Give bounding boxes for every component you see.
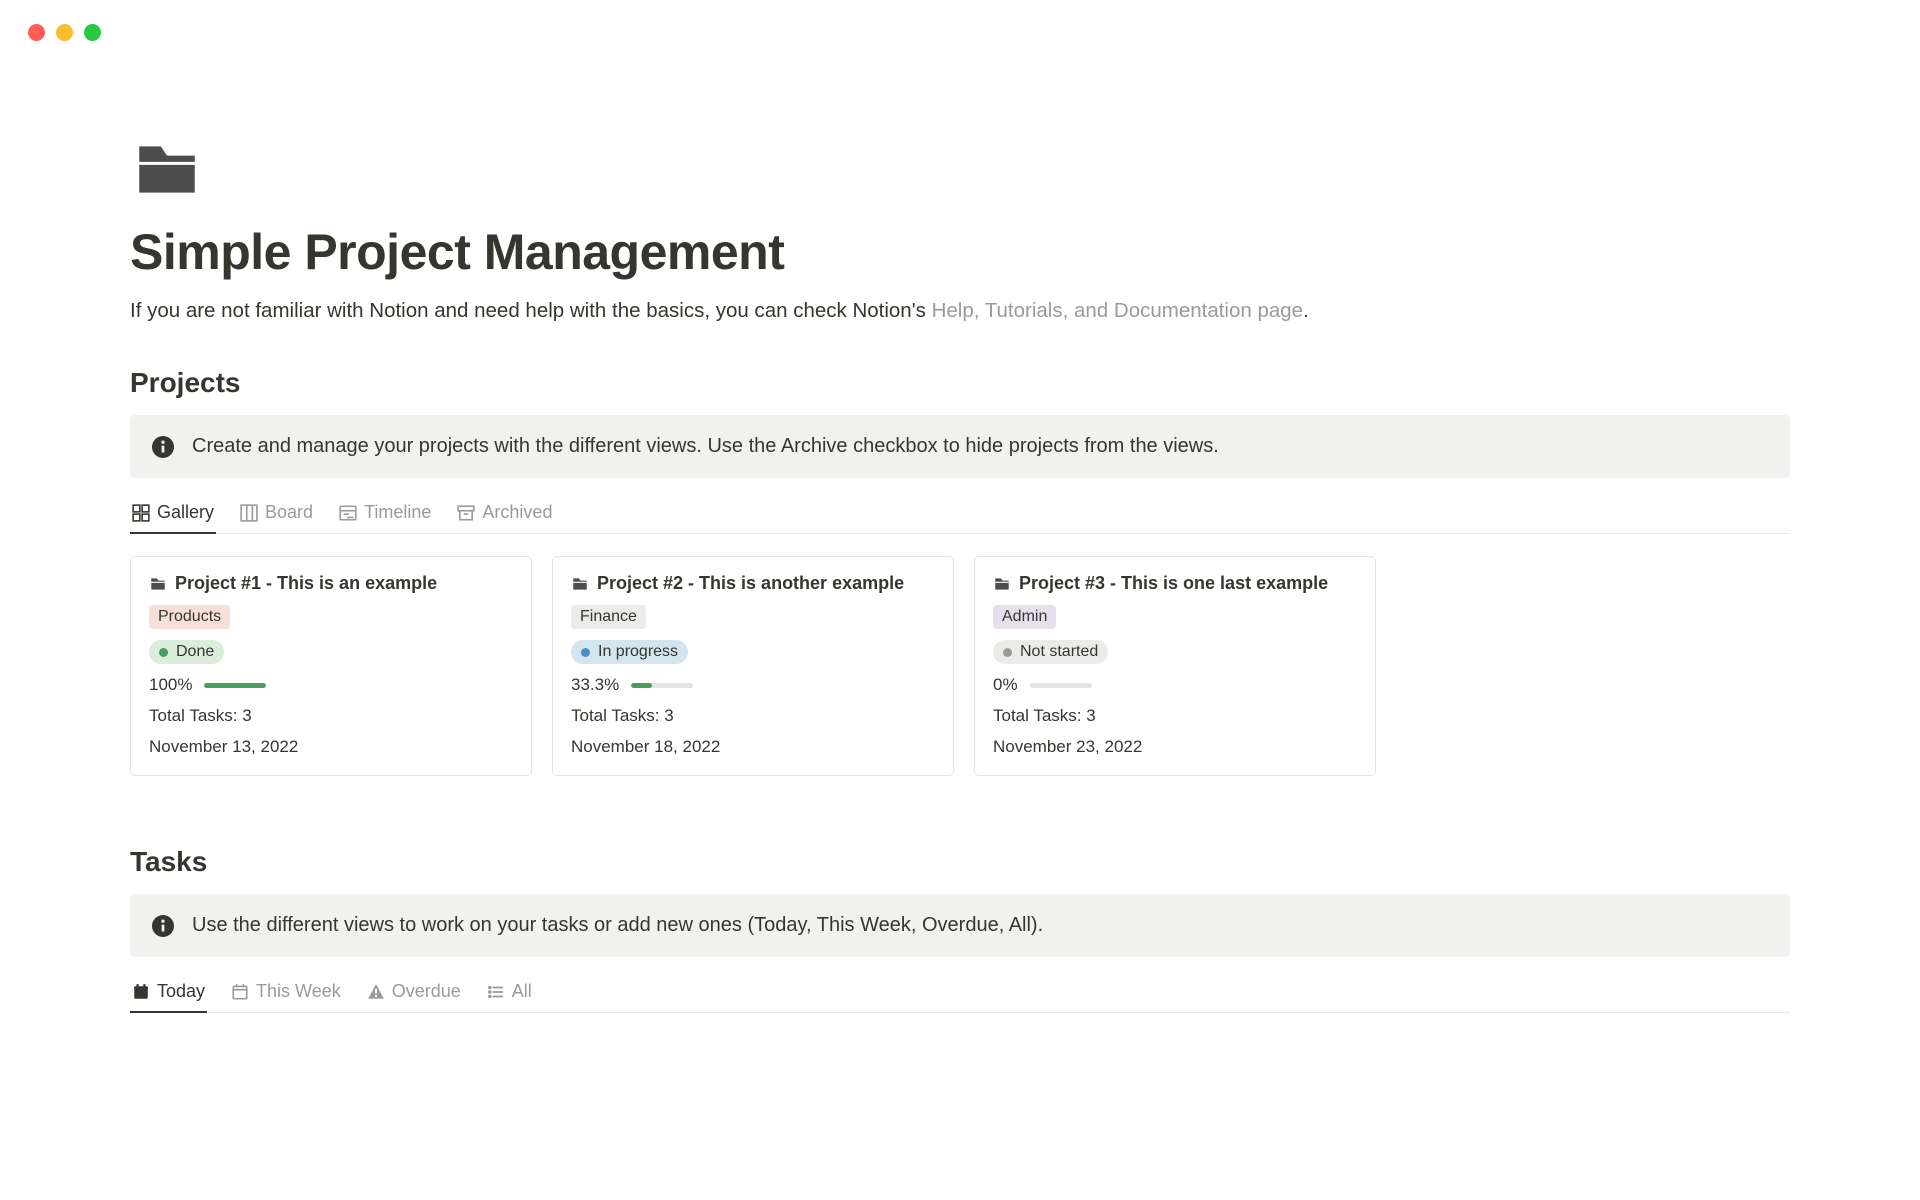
progress-fill (631, 683, 651, 688)
tab-archived[interactable]: Archived (455, 502, 554, 533)
progress-percent: 100% (149, 675, 192, 695)
tab-overdue[interactable]: Overdue (365, 981, 463, 1012)
tab-label: Archived (482, 502, 552, 523)
projects-heading: Projects (130, 367, 1790, 399)
project-card-title: Project #2 - This is another example (571, 573, 935, 594)
tasks-heading: Tasks (130, 846, 1790, 878)
folder-icon (571, 575, 589, 593)
project-card-title: Project #3 - This is one last example (993, 573, 1357, 594)
tab-label: All (512, 981, 532, 1002)
project-category-tag: Finance (571, 605, 646, 629)
tab-this-week[interactable]: This Week (229, 981, 343, 1012)
board-icon (240, 504, 258, 522)
progress-fill (204, 683, 266, 688)
info-icon (152, 915, 174, 937)
project-status-badge: Not started (993, 640, 1108, 664)
page-title: Simple Project Management (130, 223, 1790, 281)
project-title-text: Project #2 - This is another example (597, 573, 904, 594)
project-total-tasks: Total Tasks: 3 (993, 706, 1357, 726)
tab-label: Overdue (392, 981, 461, 1002)
tab-gallery[interactable]: Gallery (130, 502, 216, 533)
timeline-icon (339, 504, 357, 522)
projects-callout-text: Create and manage your projects with the… (192, 435, 1219, 458)
tab-board[interactable]: Board (238, 502, 315, 533)
status-dot (1003, 648, 1012, 657)
project-progress: 33.3% (571, 675, 935, 695)
folder-icon (993, 575, 1011, 593)
status-dot (581, 648, 590, 657)
project-date: November 13, 2022 (149, 737, 513, 757)
progress-percent: 33.3% (571, 675, 619, 695)
tasks-callout: Use the different views to work on your … (130, 894, 1790, 957)
intro-link[interactable]: Help, Tutorials, and Documentation page (932, 299, 1304, 322)
project-category-tag: Products (149, 605, 230, 629)
project-date: November 18, 2022 (571, 737, 935, 757)
window-minimize-button[interactable] (56, 24, 73, 41)
tab-today[interactable]: Today (130, 981, 207, 1012)
project-card[interactable]: Project #2 - This is another example Fin… (552, 556, 954, 776)
page-icon-folder[interactable] (130, 131, 204, 205)
project-total-tasks: Total Tasks: 3 (571, 706, 935, 726)
project-status-badge: In progress (571, 640, 688, 664)
intro-text-pre: If you are not familiar with Notion and … (130, 299, 932, 322)
page-intro: If you are not familiar with Notion and … (130, 299, 1790, 323)
window-controls (0, 0, 1920, 41)
archive-icon (457, 504, 475, 522)
projects-gallery: Project #1 - This is an example Products… (130, 556, 1790, 776)
folder-icon (149, 575, 167, 593)
project-card[interactable]: Project #3 - This is one last example Ad… (974, 556, 1376, 776)
gallery-icon (132, 504, 150, 522)
project-category-tag: Admin (993, 605, 1056, 629)
warning-icon (367, 983, 385, 1001)
status-dot (159, 648, 168, 657)
project-card-title: Project #1 - This is an example (149, 573, 513, 594)
window-close-button[interactable] (28, 24, 45, 41)
tab-label: Board (265, 502, 313, 523)
project-total-tasks: Total Tasks: 3 (149, 706, 513, 726)
projects-tabs: Gallery Board Timeline Archived (130, 502, 1790, 534)
tab-timeline[interactable]: Timeline (337, 502, 433, 533)
intro-text-post: . (1303, 299, 1309, 322)
tab-all[interactable]: All (485, 981, 534, 1012)
project-status-badge: Done (149, 640, 224, 664)
calendar-week-icon (231, 983, 249, 1001)
status-label: In progress (598, 643, 678, 661)
progress-bar (631, 683, 693, 688)
project-title-text: Project #1 - This is an example (175, 573, 437, 594)
project-progress: 0% (993, 675, 1357, 695)
progress-bar (204, 683, 266, 688)
project-progress: 100% (149, 675, 513, 695)
info-icon (152, 436, 174, 458)
project-title-text: Project #3 - This is one last example (1019, 573, 1328, 594)
list-icon (487, 983, 505, 1001)
tasks-callout-text: Use the different views to work on your … (192, 914, 1043, 937)
tab-label: This Week (256, 981, 341, 1002)
tab-label: Gallery (157, 502, 214, 523)
progress-percent: 0% (993, 675, 1018, 695)
project-card[interactable]: Project #1 - This is an example Products… (130, 556, 532, 776)
tab-label: Today (157, 981, 205, 1002)
project-date: November 23, 2022 (993, 737, 1357, 757)
calendar-today-icon (132, 983, 150, 1001)
progress-bar (1030, 683, 1092, 688)
tasks-tabs: Today This Week Overdue All (130, 981, 1790, 1013)
projects-callout: Create and manage your projects with the… (130, 415, 1790, 478)
status-label: Not started (1020, 643, 1098, 661)
window-maximize-button[interactable] (84, 24, 101, 41)
status-label: Done (176, 643, 214, 661)
tab-label: Timeline (364, 502, 431, 523)
